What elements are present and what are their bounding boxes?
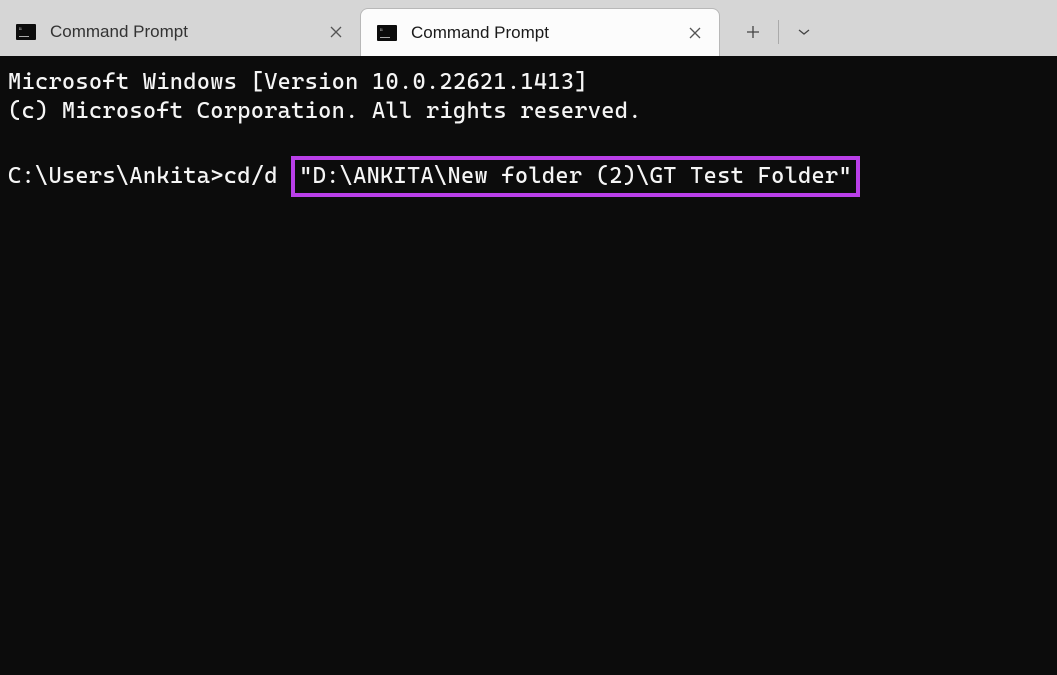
tab-command-prompt-2[interactable]: Command Prompt: [360, 8, 720, 56]
tab-dropdown-button[interactable]: [781, 13, 827, 51]
highlighted-path: "D:\ANKITA\New folder (2)\GT Test Folder…: [291, 156, 860, 197]
prompt-prefix: C:\Users\Ankita>cd/d: [8, 162, 291, 191]
terminal-content[interactable]: Microsoft Windows [Version 10.0.22621.14…: [0, 56, 1057, 209]
divider: [778, 20, 779, 44]
new-tab-button[interactable]: [730, 13, 776, 51]
close-tab-button[interactable]: [683, 21, 707, 45]
tab-title: Command Prompt: [411, 23, 683, 43]
tab-command-prompt-1[interactable]: Command Prompt: [0, 8, 360, 56]
terminal-icon: [377, 25, 397, 41]
terminal-icon: [16, 24, 36, 40]
blank-line: [8, 127, 1049, 156]
close-tab-button[interactable]: [324, 20, 348, 44]
terminal-line-copyright: (c) Microsoft Corporation. All rights re…: [8, 97, 1049, 126]
terminal-prompt-line: C:\Users\Ankita>cd/d "D:\ANKITA\New fold…: [8, 156, 1049, 197]
tab-title: Command Prompt: [50, 22, 324, 42]
tab-bar: Command Prompt Command Prompt: [0, 0, 1057, 56]
tab-controls: [730, 8, 827, 56]
terminal-line-version: Microsoft Windows [Version 10.0.22621.14…: [8, 68, 1049, 97]
